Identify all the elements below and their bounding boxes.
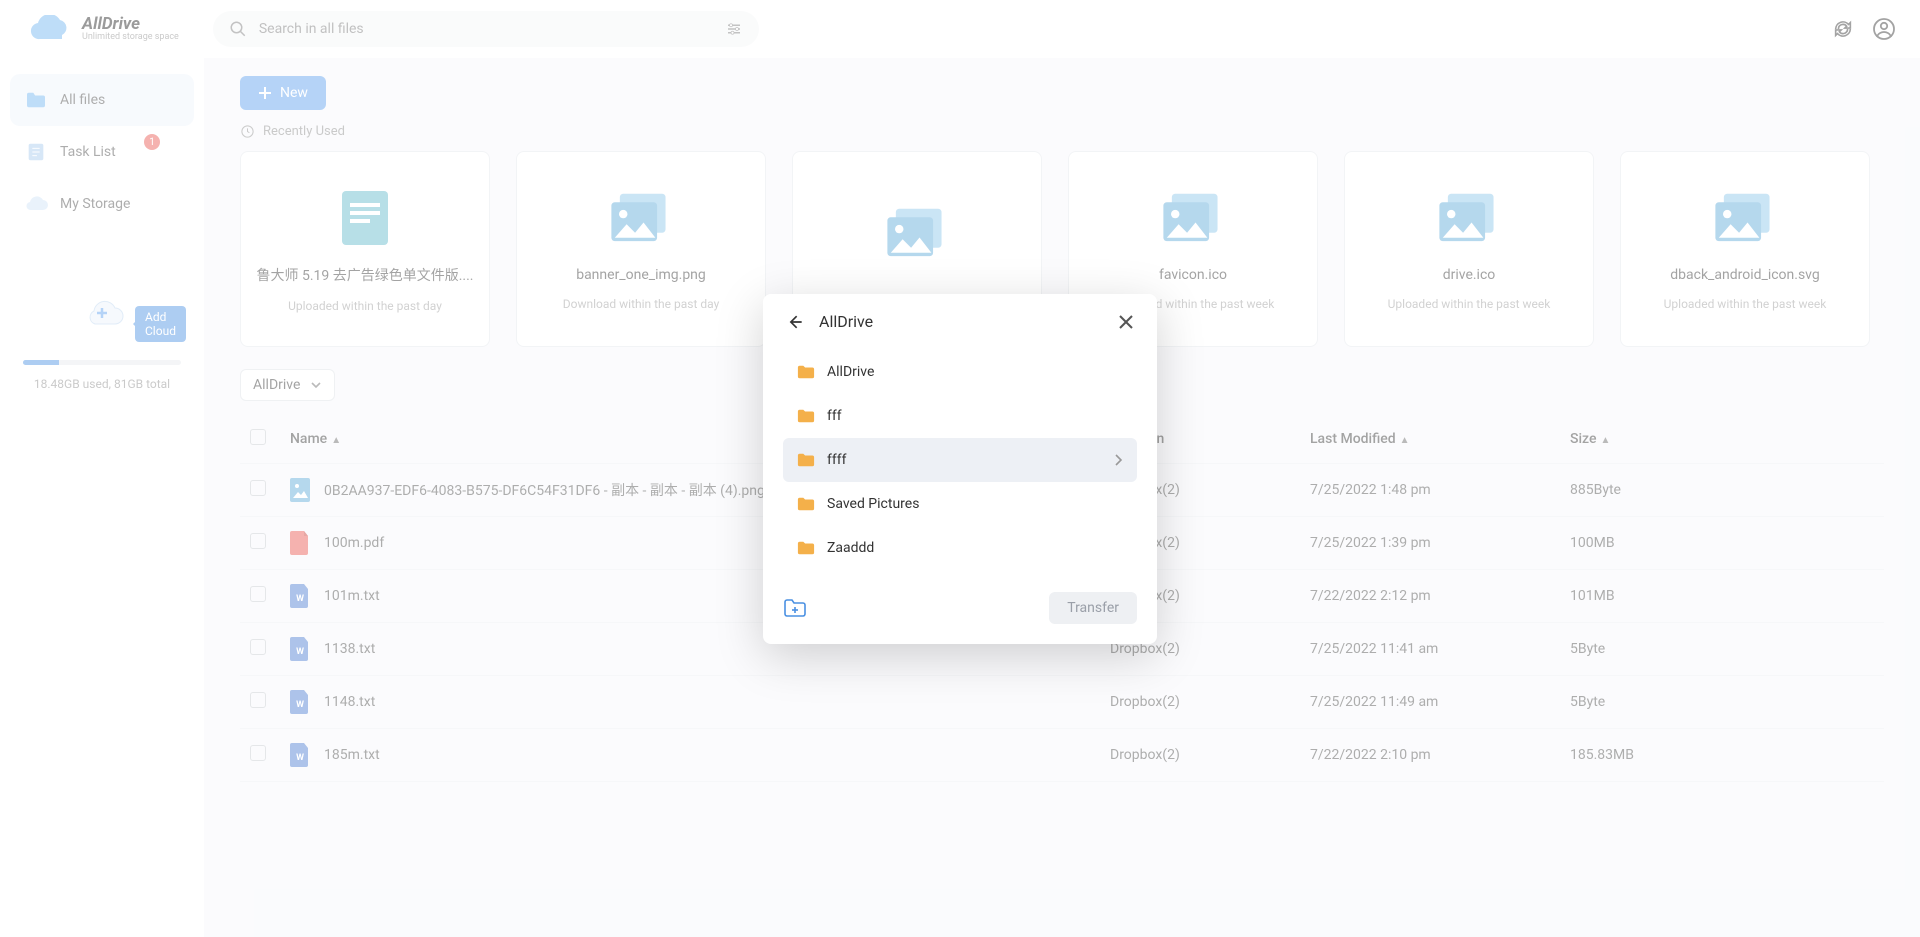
modal-scrim: AllDrive AllDrivefffffffSaved PicturesZa… [0,0,1920,937]
folder-item[interactable]: fff [783,394,1137,438]
folder-item[interactable]: AllDrive [783,350,1137,394]
transfer-modal: AllDrive AllDrivefffffffSaved PicturesZa… [763,294,1157,644]
folder-icon [797,496,815,512]
folder-name: AllDrive [827,364,874,380]
folder-item[interactable]: Saved Pictures [783,482,1137,526]
folder-name: ffff [827,452,846,468]
folder-icon [797,540,815,556]
folder-icon [797,408,815,424]
folder-name: fff [827,408,842,424]
chevron-right-icon [1113,453,1123,467]
new-folder-icon[interactable] [783,598,807,618]
close-icon[interactable] [1117,313,1135,331]
folder-item[interactable]: Zaaddd [783,526,1137,570]
folder-name: Saved Pictures [827,496,919,512]
folder-icon [797,364,815,380]
folder-item[interactable]: ffff [783,438,1137,482]
folder-icon [797,452,815,468]
folder-name: Zaaddd [827,540,874,556]
modal-title: AllDrive [819,312,873,331]
transfer-button[interactable]: Transfer [1049,592,1137,624]
back-icon[interactable] [785,312,805,332]
